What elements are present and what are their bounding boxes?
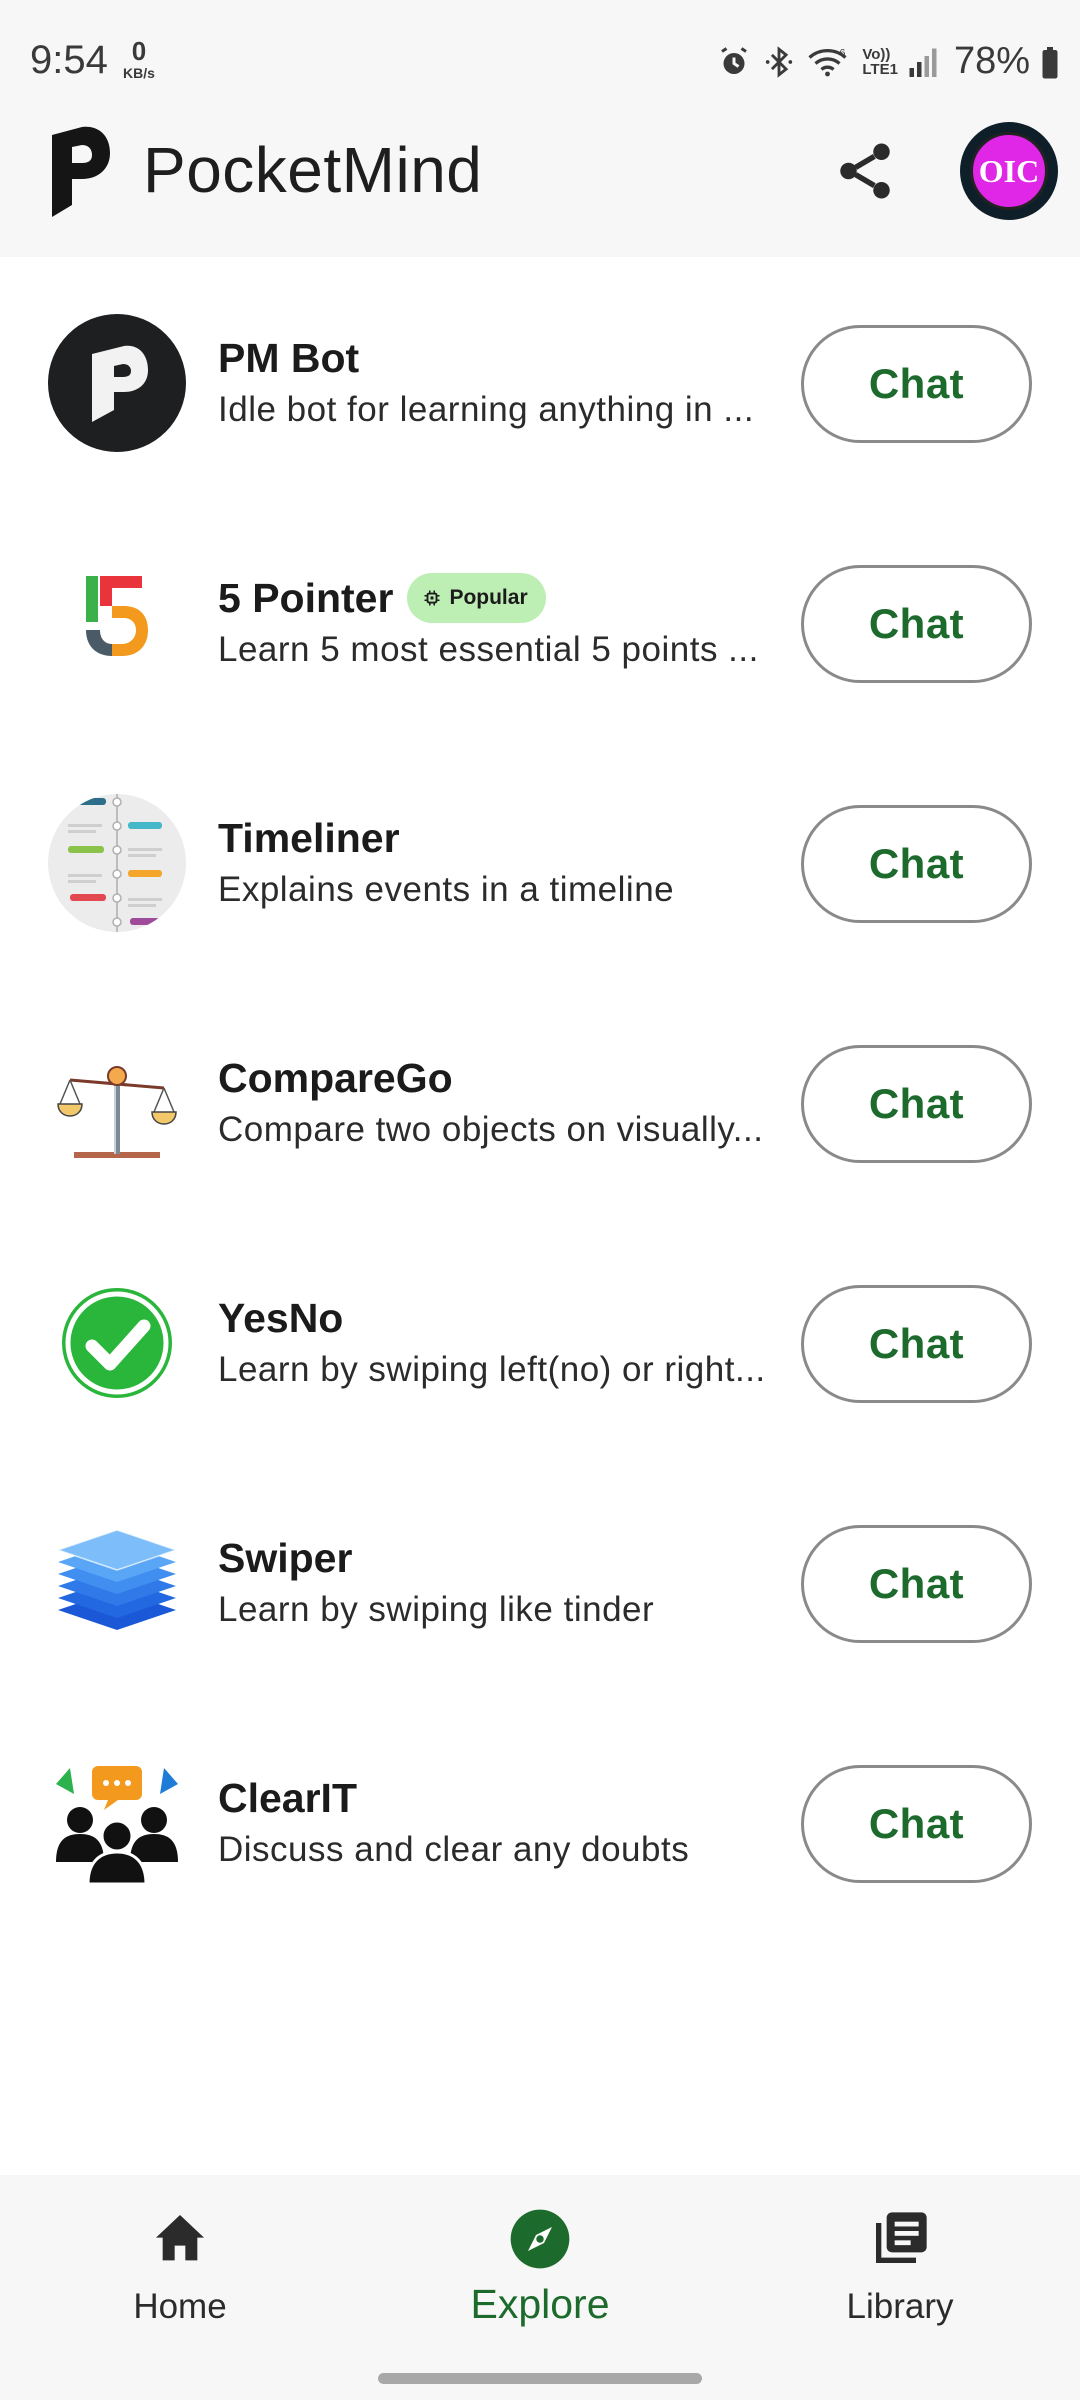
list-item: PM Bot Idle bot for learning anything in… <box>0 257 1080 457</box>
item-description: Learn by swiping left(no) or right... <box>218 1350 766 1389</box>
five-pointer-icon <box>86 576 148 656</box>
battery-icon <box>1042 46 1058 78</box>
battery-percent: 78% <box>953 40 1030 82</box>
item-text: Timeliner Explains events in a timeline <box>218 812 783 910</box>
stacked-layers-icon <box>55 1529 179 1630</box>
item-text: CompareGo Compare two objects on visuall… <box>218 1052 783 1150</box>
item-title: Swiper <box>218 1534 353 1581</box>
chat-button[interactable]: Chat <box>801 565 1032 683</box>
chat-button[interactable]: Chat <box>801 1285 1032 1403</box>
nav-label-explore: Explore <box>470 2281 610 2327</box>
chat-button[interactable]: Chat <box>801 805 1032 923</box>
home-icon <box>156 2215 204 2261</box>
item-title: CompareGo <box>218 1054 453 1101</box>
balance-scale-icon <box>57 1066 177 1158</box>
status-time: 9:54 <box>30 38 108 82</box>
timeline-icon <box>48 794 186 932</box>
item-title: Timeliner <box>218 814 400 861</box>
pm-bot-logo-icon <box>48 314 186 452</box>
item-description: Explains events in a timeline <box>218 870 675 909</box>
avatar[interactable]: OIC <box>960 122 1058 220</box>
chip-icon <box>424 590 440 606</box>
item-description: Idle bot for learning anything in ... <box>218 390 755 429</box>
alarm-icon <box>721 46 748 74</box>
nav-explore[interactable]: Explore <box>360 2175 720 2355</box>
item-title: PM Bot <box>218 334 360 381</box>
chat-button[interactable]: Chat <box>801 1765 1032 1883</box>
item-title: YesNo <box>218 1294 344 1341</box>
item-title: ClearIT <box>218 1774 357 1821</box>
list-item: Swiper Learn by swiping like tinder Chat <box>0 1457 1080 1657</box>
svg-text:6: 6 <box>840 47 846 59</box>
volte-top: Vo)) <box>862 45 891 63</box>
item-description: Compare two objects on visually... <box>218 1110 764 1149</box>
item-text: 5 Pointer Popular Learn 5 most essential… <box>218 572 783 670</box>
status-bar: 9:54 0 KB/s 6 Vo)) LTE1 78% <box>0 0 1080 125</box>
item-text: ClearIT Discuss and clear any doubts <box>218 1772 783 1870</box>
nav-label-home: Home <box>133 2287 227 2326</box>
item-text: PM Bot Idle bot for learning anything in… <box>218 332 783 430</box>
chat-button[interactable]: Chat <box>801 1525 1032 1643</box>
status-icons: 6 Vo)) LTE1 78% <box>716 40 1060 83</box>
app-title: PocketMind <box>143 134 483 206</box>
item-text: YesNo Learn by swiping left(no) or right… <box>218 1292 783 1390</box>
network-speed-value: 0 <box>131 36 147 66</box>
item-description: Discuss and clear any doubts <box>218 1830 690 1869</box>
nav-home[interactable]: Home <box>0 2175 360 2355</box>
share-icon[interactable] <box>832 138 898 204</box>
popular-badge: Popular <box>407 573 546 623</box>
nav-label-library: Library <box>846 2287 954 2326</box>
compass-icon <box>510 2209 570 2269</box>
list-item: Timeliner Explains events in a timeline … <box>0 737 1080 937</box>
list-item: CompareGo Compare two objects on visuall… <box>0 977 1080 1177</box>
signal-icon <box>909 48 937 77</box>
bluetooth-icon <box>766 45 793 78</box>
chat-button[interactable]: Chat <box>801 1045 1032 1163</box>
volte-icon: Vo)) LTE1 <box>862 47 898 77</box>
list-item: 5 Pointer Popular Learn 5 most essential… <box>0 497 1080 697</box>
chat-button[interactable]: Chat <box>801 325 1032 443</box>
volte-bottom: LTE1 <box>862 60 898 78</box>
list-item: ClearIT Discuss and clear any doubts Cha… <box>0 1697 1080 1897</box>
avatar-text: OIC <box>970 132 1048 210</box>
list-item: YesNo Learn by swiping left(no) or right… <box>0 1217 1080 1417</box>
checkmark-icon <box>62 1288 172 1398</box>
item-description: Learn 5 most essential 5 points ... <box>218 630 759 669</box>
app-bar: PocketMind OIC <box>0 122 1080 257</box>
library-icon <box>876 2212 927 2263</box>
network-speed: 0 KB/s <box>117 38 161 80</box>
wifi-icon: 6 <box>808 47 847 76</box>
item-text: Swiper Learn by swiping like tinder <box>218 1532 783 1630</box>
network-speed-unit: KB/s <box>123 65 155 81</box>
item-title: 5 Pointer <box>218 574 394 621</box>
nav-library[interactable]: Library <box>720 2175 1080 2355</box>
badge-label: Popular <box>449 586 528 609</box>
bottom-nav: Home Explore Library <box>0 2175 1080 2400</box>
home-indicator[interactable] <box>378 2373 702 2384</box>
pocketmind-logo-icon <box>52 126 110 217</box>
item-description: Learn by swiping like tinder <box>218 1590 655 1629</box>
group-discussion-icon <box>56 1766 178 1886</box>
